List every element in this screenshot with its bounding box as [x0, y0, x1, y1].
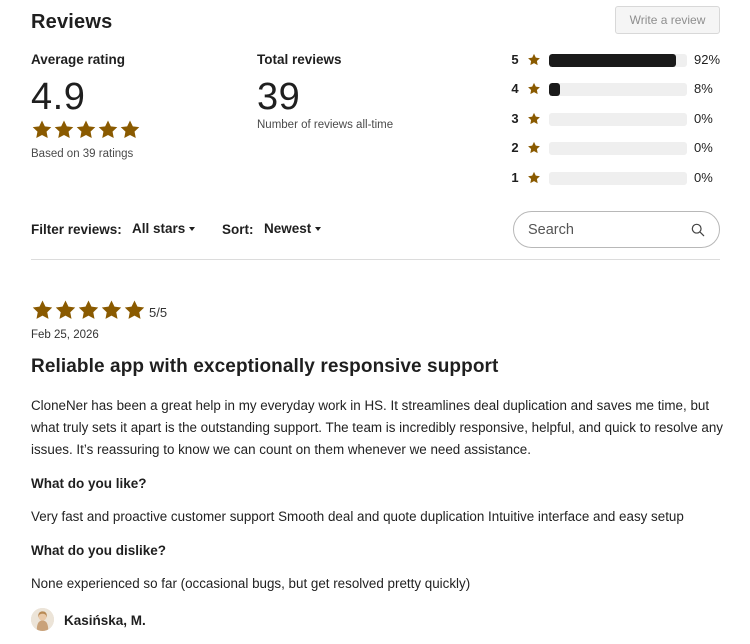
dislike-answer: None experienced so far (occasional bugs… — [31, 576, 471, 591]
sort-label: Sort: — [222, 222, 254, 237]
review-stars — [31, 299, 146, 322]
based-on-text: Based on 39 ratings — [31, 148, 134, 160]
chevron-down-icon — [315, 227, 322, 231]
filter-stars-value: All stars — [132, 221, 186, 236]
star-icon — [124, 300, 145, 319]
total-reviews-value: 39 — [257, 76, 301, 118]
dislike-question: What do you dislike? — [31, 543, 167, 558]
avatar-image — [31, 608, 54, 631]
average-rating-stars — [31, 119, 141, 141]
distribution-percent: 8% — [694, 81, 713, 96]
star-icon — [76, 120, 96, 139]
average-rating-label: Average rating — [31, 52, 126, 67]
star-icon — [32, 120, 52, 139]
distribution-star-count: 2 — [511, 140, 519, 155]
star-icon — [120, 120, 140, 139]
distribution-star-count: 1 — [511, 170, 519, 185]
filter-reviews-label: Filter reviews: — [31, 222, 122, 237]
review-score: 5/5 — [149, 305, 168, 320]
star-icon — [101, 300, 122, 319]
star-icon — [54, 120, 74, 139]
search-icon[interactable] — [691, 223, 705, 237]
distribution-row-2: 2 0% — [510, 140, 725, 156]
distribution-bar — [549, 172, 687, 185]
search-input[interactable] — [528, 221, 678, 238]
distribution-percent: 92% — [694, 52, 721, 67]
total-reviews-note: Number of reviews all-time — [257, 119, 394, 131]
distribution-bar — [549, 142, 687, 155]
star-icon — [78, 300, 99, 319]
distribution-percent: 0% — [694, 170, 713, 185]
review-date: Feb 25, 2026 — [31, 329, 99, 341]
distribution-row-1: 1 0% — [510, 170, 725, 186]
write-review-button[interactable]: Write a review — [615, 6, 720, 34]
sort-value: Newest — [264, 221, 312, 236]
star-icon — [528, 171, 540, 184]
filter-stars-dropdown[interactable]: All stars — [132, 221, 196, 236]
search-box[interactable] — [513, 211, 720, 248]
star-icon — [32, 300, 53, 319]
chevron-down-icon — [189, 227, 196, 231]
distribution-star-count: 5 — [511, 52, 519, 67]
total-reviews-label: Total reviews — [257, 52, 342, 67]
distribution-percent: 0% — [694, 111, 713, 126]
review-title: Reliable app with exceptionally responsi… — [31, 356, 499, 377]
distribution-bar-fill — [549, 83, 561, 96]
distribution-bar — [549, 113, 687, 126]
distribution-bar-fill — [549, 54, 676, 67]
distribution-bar — [549, 83, 687, 96]
star-icon — [55, 300, 76, 319]
star-icon — [528, 112, 540, 125]
star-icon — [528, 53, 540, 66]
star-icon — [528, 141, 540, 154]
star-icon — [98, 120, 118, 139]
distribution-row-4: 4 8% — [510, 81, 725, 97]
distribution-star-count: 4 — [511, 81, 519, 96]
distribution-percent: 0% — [694, 140, 713, 155]
average-rating-value: 4.9 — [31, 76, 86, 118]
distribution-bar — [549, 54, 687, 67]
page-title: Reviews — [31, 11, 113, 33]
distribution-star-count: 3 — [511, 111, 519, 126]
review-body: CloneNer has been a great help in my eve… — [31, 398, 723, 457]
review-author: Kasińska, M. — [64, 613, 146, 628]
avatar — [31, 608, 54, 631]
star-icon — [528, 82, 540, 95]
distribution-row-5: 5 92% — [510, 52, 725, 68]
distribution-row-3: 3 0% — [510, 111, 725, 127]
sort-dropdown[interactable]: Newest — [264, 221, 322, 236]
like-question: What do you like? — [31, 476, 147, 491]
like-answer: Very fast and proactive customer support… — [31, 509, 684, 524]
divider — [31, 259, 720, 260]
